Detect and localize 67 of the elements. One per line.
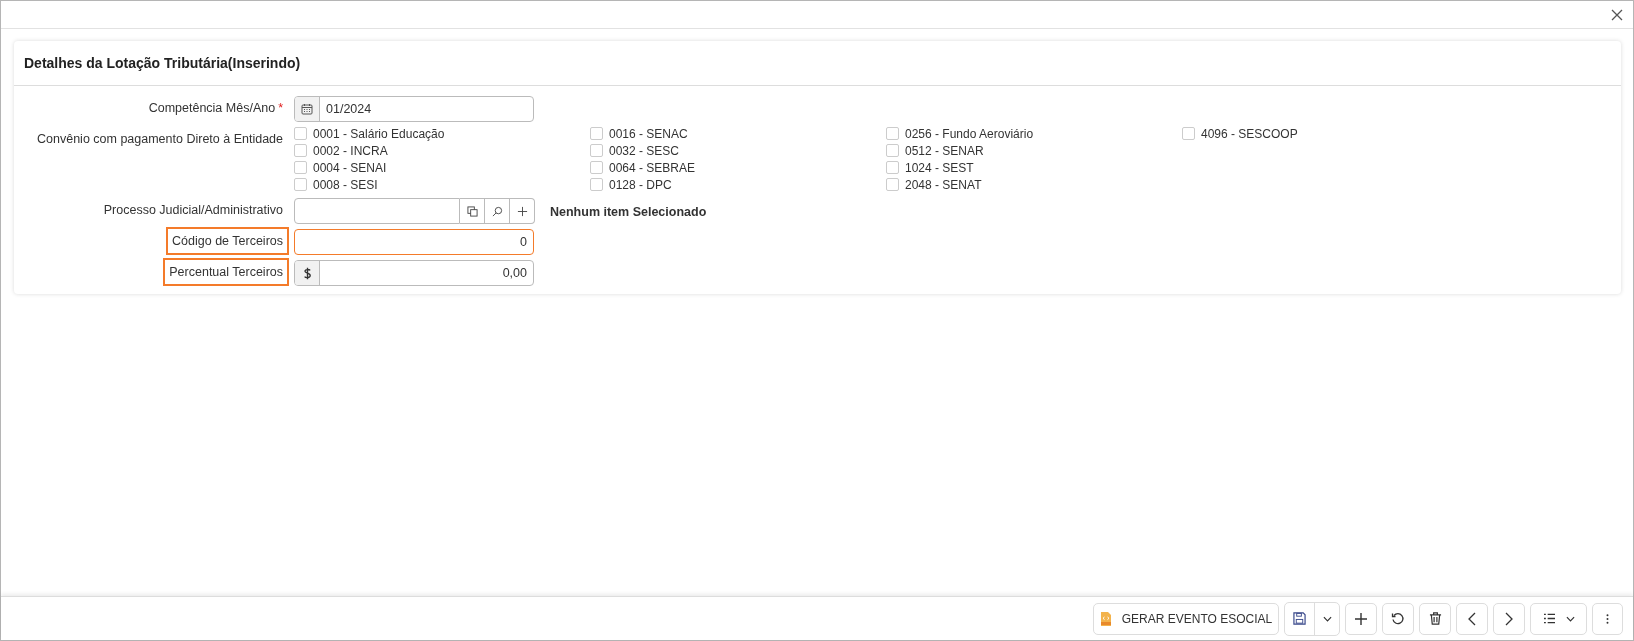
checkbox-label: 0064 - SEBRAE [609, 160, 696, 175]
trash-icon [1428, 612, 1442, 625]
copy-button[interactable] [460, 198, 485, 224]
search-icon [491, 205, 503, 217]
checkbox-label: 0004 - SENAI [313, 160, 387, 175]
file-icon [1099, 611, 1112, 626]
checkbox[interactable] [294, 161, 307, 174]
checkbox[interactable] [886, 178, 899, 191]
required-mark: * [278, 101, 283, 115]
field-label: Processo Judicial/Administrativo [102, 202, 284, 219]
field-label: Convênio com pagamento Direto à Entidade [36, 131, 284, 148]
checkbox[interactable] [294, 127, 307, 140]
next-button[interactable] [1493, 602, 1525, 635]
checkbox[interactable] [886, 161, 899, 174]
refresh-icon [1391, 611, 1405, 626]
currency-field[interactable]: 0,00 [294, 260, 534, 286]
checkbox-label: 4096 - SESCOOP [1201, 126, 1298, 141]
checkbox-label: 0016 - SENAC [609, 126, 688, 141]
checkbox-label: 0002 - INCRA [313, 143, 388, 158]
checkbox[interactable] [590, 144, 603, 157]
checkbox-label: 0008 - SESI [313, 177, 378, 192]
checkbox-label: 0512 - SENAR [905, 143, 984, 158]
checkbox[interactable] [294, 144, 307, 157]
checkbox-label: 0128 - DPC [609, 177, 672, 192]
checkbox-label: 0256 - Fundo Aeroviário [905, 126, 1034, 141]
field-label: Código de Terceiros [166, 227, 289, 255]
copy-icon [466, 205, 478, 217]
chevron-right-icon [1505, 611, 1513, 626]
list-menu-button[interactable] [1530, 602, 1587, 635]
checkbox-label: 1024 - SEST [905, 160, 974, 175]
add-button[interactable] [510, 198, 535, 224]
number-field[interactable]: 0 [294, 229, 534, 255]
checkbox[interactable] [590, 127, 603, 140]
save-split-button[interactable] [1284, 601, 1340, 636]
checkbox[interactable] [294, 178, 307, 191]
refresh-button[interactable] [1382, 602, 1414, 635]
delete-button[interactable] [1419, 602, 1451, 635]
checkbox[interactable] [590, 178, 603, 191]
dollar-icon [302, 266, 312, 280]
save-icon [1293, 612, 1306, 625]
field-label: Competência Mês/Ano * [147, 100, 284, 117]
list-icon [1542, 613, 1556, 624]
selection-status: Nenhum item Selecionado [550, 205, 707, 219]
date-field[interactable]: 01/2024 [294, 96, 534, 122]
more-button[interactable] [1592, 602, 1623, 635]
chevron-left-icon [1468, 611, 1476, 626]
more-icon [1606, 612, 1609, 625]
checkbox[interactable] [886, 144, 899, 157]
checkbox-label: 2048 - SENAT [905, 177, 982, 192]
checkbox-label: 0001 - Salário Educação [313, 126, 445, 141]
add-button[interactable] [1345, 602, 1377, 635]
caret-icon [1565, 615, 1575, 622]
generate-event-button[interactable]: GERAR EVENTO ESOCIAL [1093, 602, 1279, 635]
calendar-icon [301, 103, 313, 115]
lookup-field[interactable] [294, 198, 460, 224]
caret-icon [1322, 615, 1332, 622]
panel-title: Detalhes da Lotação Tributária(Inserindo) [14, 41, 1621, 86]
plus-icon [1354, 611, 1368, 626]
close-icon[interactable] [1611, 8, 1623, 21]
checkbox-label: 0032 - SESC [609, 143, 680, 158]
search-button[interactable] [485, 198, 510, 224]
checkbox[interactable] [1182, 127, 1195, 140]
previous-button[interactable] [1456, 602, 1488, 635]
checkbox[interactable] [886, 127, 899, 140]
checkbox[interactable] [590, 161, 603, 174]
field-label: Percentual Terceiros [163, 258, 289, 286]
plus-icon [516, 205, 528, 217]
